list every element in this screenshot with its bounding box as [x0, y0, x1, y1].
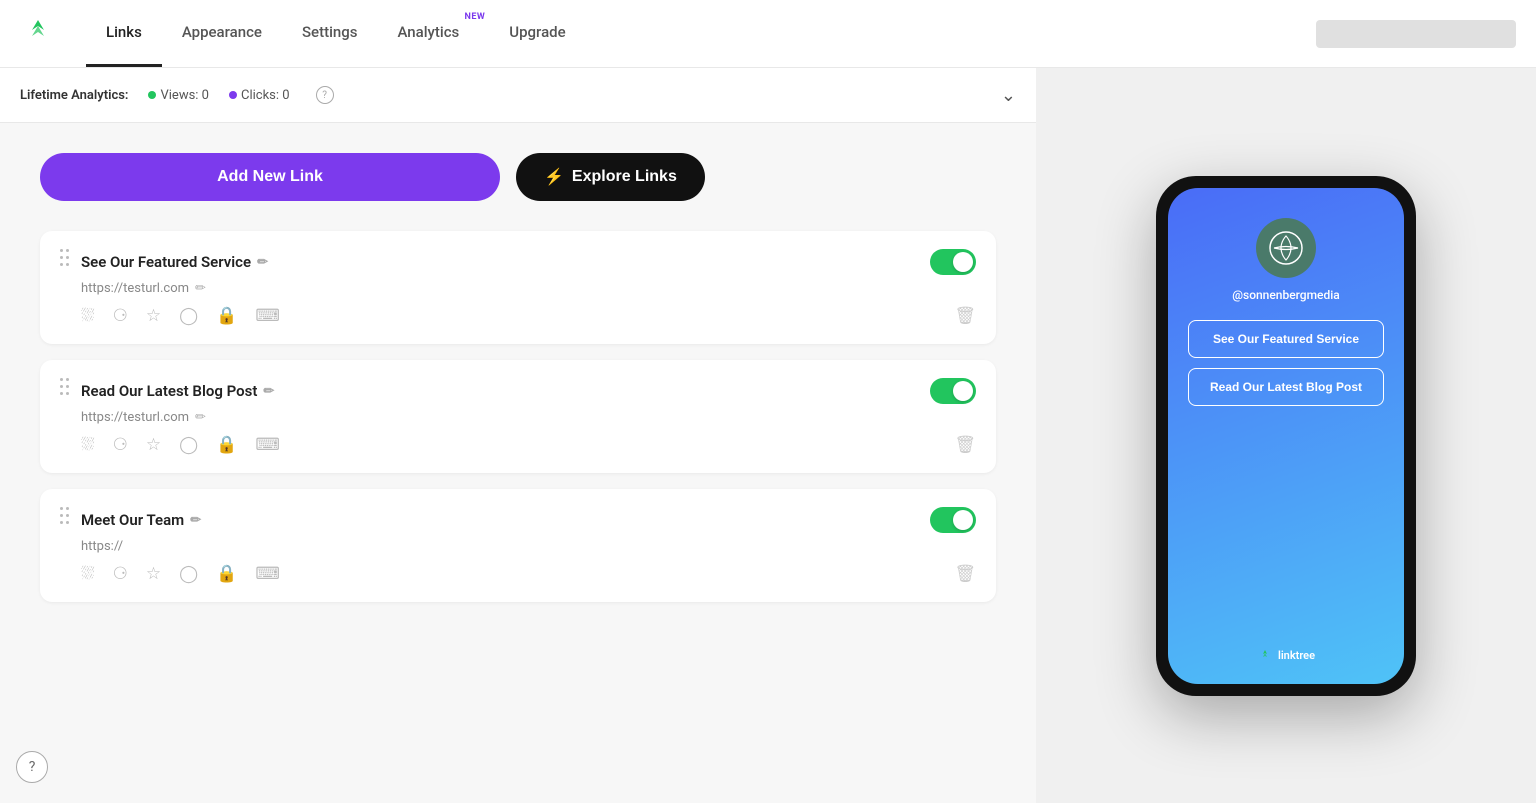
card-title-row-2: Read Our Latest Blog Post ✏ [81, 378, 976, 404]
link-title-1: See Our Featured Service ✏ [81, 253, 268, 271]
main-layout: Lifetime Analytics: Views: 0 Clicks: 0 ?… [0, 68, 1536, 803]
image-icon-1[interactable]: ⚆ [113, 306, 128, 326]
schedule-icon-2[interactable]: ◯ [179, 435, 198, 455]
phone-footer: linktree [1257, 648, 1315, 664]
card-icons-left-1: ⛆ ⚆ ☆ ◯ 🔒 ⌨ [81, 306, 280, 326]
thumbnail-icon-1[interactable]: ⛆ [81, 306, 95, 326]
help-button[interactable]: ? [16, 751, 48, 783]
toggle-slider-3 [930, 507, 976, 533]
delete-icon-3[interactable]: 🗑 [954, 564, 976, 584]
toggle-slider-1 [930, 249, 976, 275]
stats-icon-2[interactable]: ⌨ [255, 435, 280, 455]
phone-screen: @sonnenbergmedia See Our Featured Servic… [1168, 188, 1404, 684]
card-url-2: https://testurl.com ✏ [81, 410, 976, 425]
card-icons-row-1: ⛆ ⚆ ☆ ◯ 🔒 ⌨ 🗑 [81, 306, 976, 326]
stats-icon-3[interactable]: ⌨ [255, 564, 280, 584]
drag-handle-3[interactable] [60, 507, 69, 524]
nav-tabs: Links Appearance Settings NEW Analytics … [86, 0, 586, 67]
tab-links[interactable]: Links [86, 0, 162, 67]
card-url-3: https:// [81, 539, 976, 554]
explore-links-button[interactable]: ⚡ Explore Links [516, 153, 705, 201]
image-icon-3[interactable]: ⚆ [113, 564, 128, 584]
edit-title-icon-2[interactable]: ✏ [263, 384, 274, 399]
tab-appearance[interactable]: Appearance [162, 0, 282, 67]
card-url-1: https://testurl.com ✏ [81, 281, 976, 296]
lock-icon-1[interactable]: 🔒 [216, 306, 237, 326]
star-icon-1[interactable]: ☆ [146, 306, 161, 326]
link-card-2: Read Our Latest Blog Post ✏ https://test… [40, 360, 996, 473]
link-title-3: Meet Our Team ✏ [81, 511, 201, 529]
toggle-1[interactable] [930, 249, 976, 275]
edit-url-icon-1[interactable]: ✏ [195, 281, 206, 296]
phone-frame: @sonnenbergmedia See Our Featured Servic… [1156, 176, 1416, 696]
link-title-2: Read Our Latest Blog Post ✏ [81, 382, 274, 400]
header: Links Appearance Settings NEW Analytics … [0, 0, 1536, 68]
toggle-slider-2 [930, 378, 976, 404]
thumbnail-icon-2[interactable]: ⛆ [81, 435, 95, 455]
toggle-2[interactable] [930, 378, 976, 404]
star-icon-2[interactable]: ☆ [146, 435, 161, 455]
analytics-bar: Lifetime Analytics: Views: 0 Clicks: 0 ?… [0, 68, 1036, 123]
lock-icon-2[interactable]: 🔒 [216, 435, 237, 455]
analytics-label: Lifetime Analytics: [20, 88, 128, 103]
card-icons-left-2: ⛆ ⚆ ☆ ◯ 🔒 ⌨ [81, 435, 280, 455]
clicks-dot [229, 91, 237, 99]
tab-settings[interactable]: Settings [282, 0, 378, 67]
stats-icon-1[interactable]: ⌨ [255, 306, 280, 326]
header-right-bar [1316, 20, 1516, 48]
clicks-stat: Clicks: 0 [229, 88, 290, 103]
phone-link-btn-1[interactable]: See Our Featured Service [1188, 320, 1384, 358]
tab-analytics[interactable]: NEW Analytics [377, 0, 489, 67]
action-buttons: Add New Link ⚡ Explore Links [40, 153, 996, 201]
card-icons-row-2: ⛆ ⚆ ☆ ◯ 🔒 ⌨ 🗑 [81, 435, 976, 455]
star-icon-3[interactable]: ☆ [146, 564, 161, 584]
logo [20, 16, 56, 52]
phone-username: @sonnenbergmedia [1232, 288, 1340, 302]
delete-icon-2[interactable]: 🗑 [954, 435, 976, 455]
views-dot [148, 91, 156, 99]
card-icons-left-3: ⛆ ⚆ ☆ ◯ 🔒 ⌨ [81, 564, 280, 584]
tab-upgrade[interactable]: Upgrade [489, 0, 585, 67]
analytics-chevron-icon[interactable]: ⌄ [1001, 85, 1016, 106]
drag-handle-2[interactable] [60, 378, 69, 395]
add-new-link-button[interactable]: Add New Link [40, 153, 500, 201]
link-card-1: See Our Featured Service ✏ https://testu… [40, 231, 996, 344]
card-content-1: See Our Featured Service ✏ https://testu… [81, 249, 976, 326]
phone-link-btn-2[interactable]: Read Our Latest Blog Post [1188, 368, 1384, 406]
lock-icon-3[interactable]: 🔒 [216, 564, 237, 584]
card-title-row-3: Meet Our Team ✏ [81, 507, 976, 533]
info-icon[interactable]: ? [316, 86, 334, 104]
card-title-row-1: See Our Featured Service ✏ [81, 249, 976, 275]
phone-preview-panel: @sonnenbergmedia See Our Featured Servic… [1036, 68, 1536, 803]
analytics-bar-left: Lifetime Analytics: Views: 0 Clicks: 0 ? [20, 86, 334, 104]
schedule-icon-1[interactable]: ◯ [179, 306, 198, 326]
content-area: Add New Link ⚡ Explore Links See Our Fea… [0, 123, 1036, 648]
schedule-icon-3[interactable]: ◯ [179, 564, 198, 584]
new-badge: NEW [464, 12, 485, 22]
avatar [1256, 218, 1316, 278]
delete-icon-1[interactable]: 🗑 [954, 306, 976, 326]
header-placeholder-bar [1316, 20, 1516, 48]
thumbnail-icon-3[interactable]: ⛆ [81, 564, 95, 584]
edit-title-icon-1[interactable]: ✏ [257, 255, 268, 270]
left-panel: Lifetime Analytics: Views: 0 Clicks: 0 ?… [0, 68, 1036, 803]
card-content-2: Read Our Latest Blog Post ✏ https://test… [81, 378, 976, 455]
views-stat: Views: 0 [148, 88, 209, 103]
link-card-3: Meet Our Team ✏ https:// ⛆ [40, 489, 996, 602]
lightning-icon: ⚡ [544, 167, 564, 187]
toggle-3[interactable] [930, 507, 976, 533]
edit-url-icon-2[interactable]: ✏ [195, 410, 206, 425]
edit-title-icon-3[interactable]: ✏ [190, 513, 201, 528]
drag-handle-1[interactable] [60, 249, 69, 266]
card-content-3: Meet Our Team ✏ https:// ⛆ [81, 507, 976, 584]
image-icon-2[interactable]: ⚆ [113, 435, 128, 455]
card-icons-row-3: ⛆ ⚆ ☆ ◯ 🔒 ⌨ 🗑 [81, 564, 976, 584]
